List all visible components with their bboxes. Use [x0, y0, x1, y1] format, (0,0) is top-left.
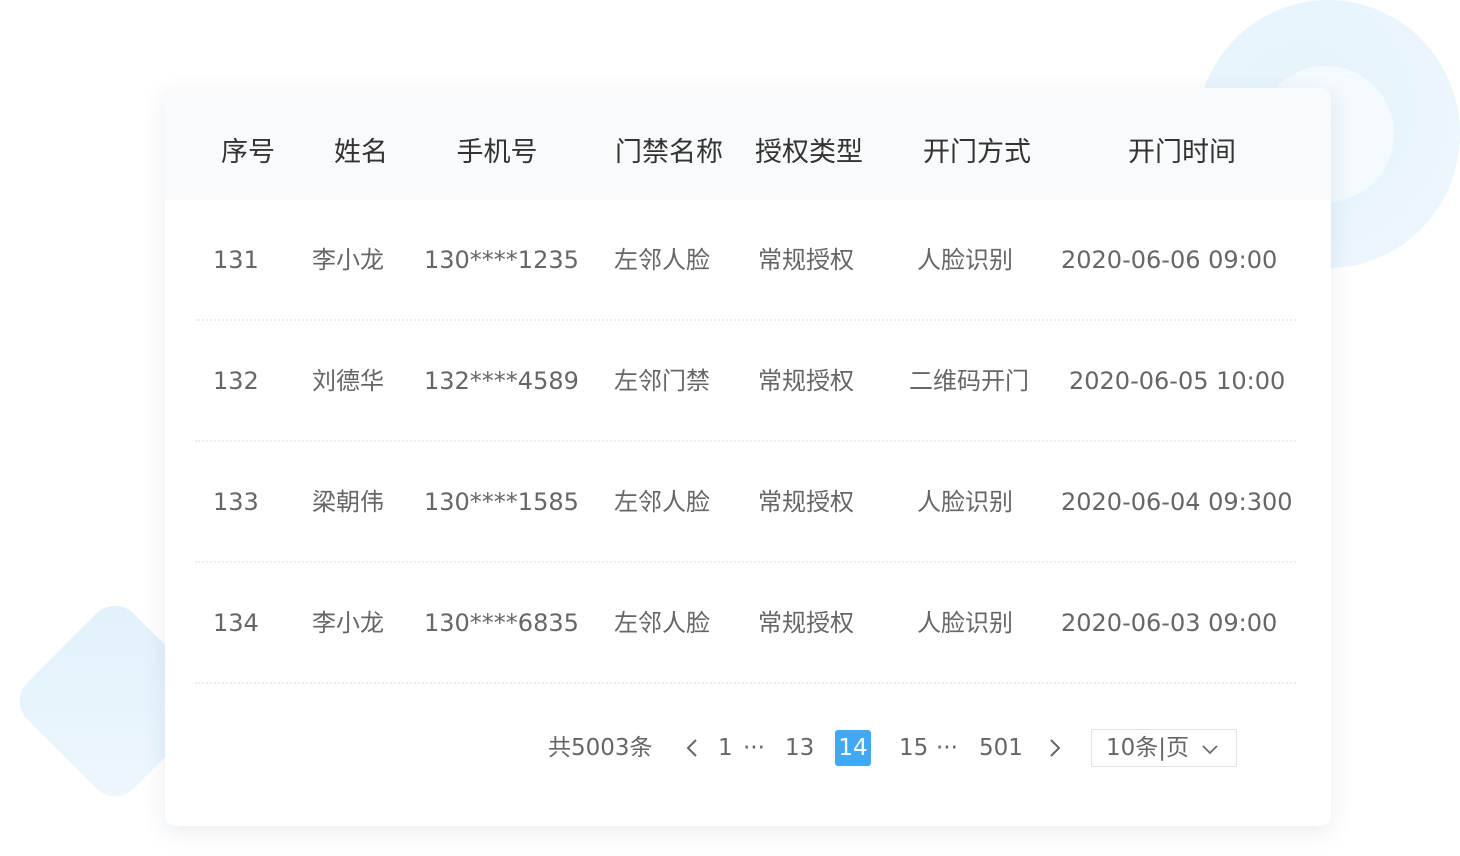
page-link-first[interactable]: 1	[718, 728, 733, 768]
table-row[interactable]: 134 李小龙 130****6835 左邻人脸 常规授权 人脸识别 2020-…	[165, 563, 1331, 684]
cell-name: 李小龙	[312, 609, 384, 637]
header-serial: 序号	[221, 137, 275, 168]
cell-serial: 132	[213, 367, 259, 395]
header-open-method: 开门方式	[923, 137, 1031, 168]
header-phone: 手机号	[456, 137, 538, 168]
header-auth-type: 授权类型	[755, 137, 863, 168]
cell-name: 梁朝伟	[312, 488, 384, 516]
cell-auth-type: 常规授权	[758, 367, 854, 395]
cell-open-method: 二维码开门	[909, 367, 1029, 395]
cell-open-method: 人脸识别	[917, 246, 1013, 274]
table-header: 序号 姓名 手机号 门禁名称 授权类型 开门方式 开门时间	[165, 88, 1331, 200]
cell-open-time: 2020-06-03 09:00	[1061, 609, 1278, 637]
records-table-card: 序号 姓名 手机号 门禁名称 授权类型 开门方式 开门时间 131 李小龙 13…	[165, 88, 1331, 826]
chevron-left-icon[interactable]	[681, 736, 705, 760]
cell-phone: 130****1585	[424, 488, 579, 516]
chevron-right-icon[interactable]	[1042, 736, 1066, 760]
page-link-prev[interactable]: 13	[785, 728, 814, 768]
cell-open-time: 2020-06-04 09:300	[1061, 488, 1293, 516]
cell-door-name: 左邻人脸	[614, 609, 710, 637]
page-link-last[interactable]: 501	[979, 728, 1023, 768]
cell-door-name: 左邻门禁	[614, 367, 710, 395]
cell-phone: 130****6835	[424, 609, 579, 637]
header-name: 姓名	[334, 137, 388, 168]
page-link-next[interactable]: 15	[899, 728, 928, 768]
page-size-label: 10条|页	[1106, 735, 1190, 761]
page-link-current[interactable]: 14	[835, 730, 871, 766]
cell-open-time: 2020-06-05 10:00	[1069, 367, 1286, 395]
page-background: 序号 姓名 手机号 门禁名称 授权类型 开门方式 开门时间 131 李小龙 13…	[0, 0, 1460, 856]
pagination-ellipsis-right[interactable]: ···	[936, 728, 958, 768]
cell-auth-type: 常规授权	[758, 488, 854, 516]
cell-serial: 133	[213, 488, 259, 516]
chevron-down-icon	[1202, 745, 1218, 755]
cell-auth-type: 常规授权	[758, 609, 854, 637]
table-row[interactable]: 132 刘德华 132****4589 左邻门禁 常规授权 二维码开门 2020…	[165, 321, 1331, 442]
cell-serial: 131	[213, 246, 259, 274]
cell-name: 刘德华	[312, 367, 384, 395]
page-size-select[interactable]: 10条|页	[1091, 729, 1237, 767]
cell-serial: 134	[213, 609, 259, 637]
cell-auth-type: 常规授权	[758, 246, 854, 274]
pagination-total: 共5003条	[548, 735, 653, 761]
cell-door-name: 左邻人脸	[614, 246, 710, 274]
header-open-time: 开门时间	[1128, 137, 1236, 168]
row-divider	[195, 682, 1296, 684]
cell-open-time: 2020-06-06 09:00	[1061, 246, 1278, 274]
table-row[interactable]: 131 李小龙 130****1235 左邻人脸 常规授权 人脸识别 2020-…	[165, 200, 1331, 321]
cell-door-name: 左邻人脸	[614, 488, 710, 516]
cell-name: 李小龙	[312, 246, 384, 274]
cell-phone: 132****4589	[424, 367, 579, 395]
header-door-name: 门禁名称	[615, 137, 723, 168]
cell-open-method: 人脸识别	[917, 488, 1013, 516]
cell-open-method: 人脸识别	[917, 609, 1013, 637]
table-row[interactable]: 133 梁朝伟 130****1585 左邻人脸 常规授权 人脸识别 2020-…	[165, 442, 1331, 563]
cell-phone: 130****1235	[424, 246, 579, 274]
pagination-ellipsis-left[interactable]: ···	[743, 728, 765, 768]
